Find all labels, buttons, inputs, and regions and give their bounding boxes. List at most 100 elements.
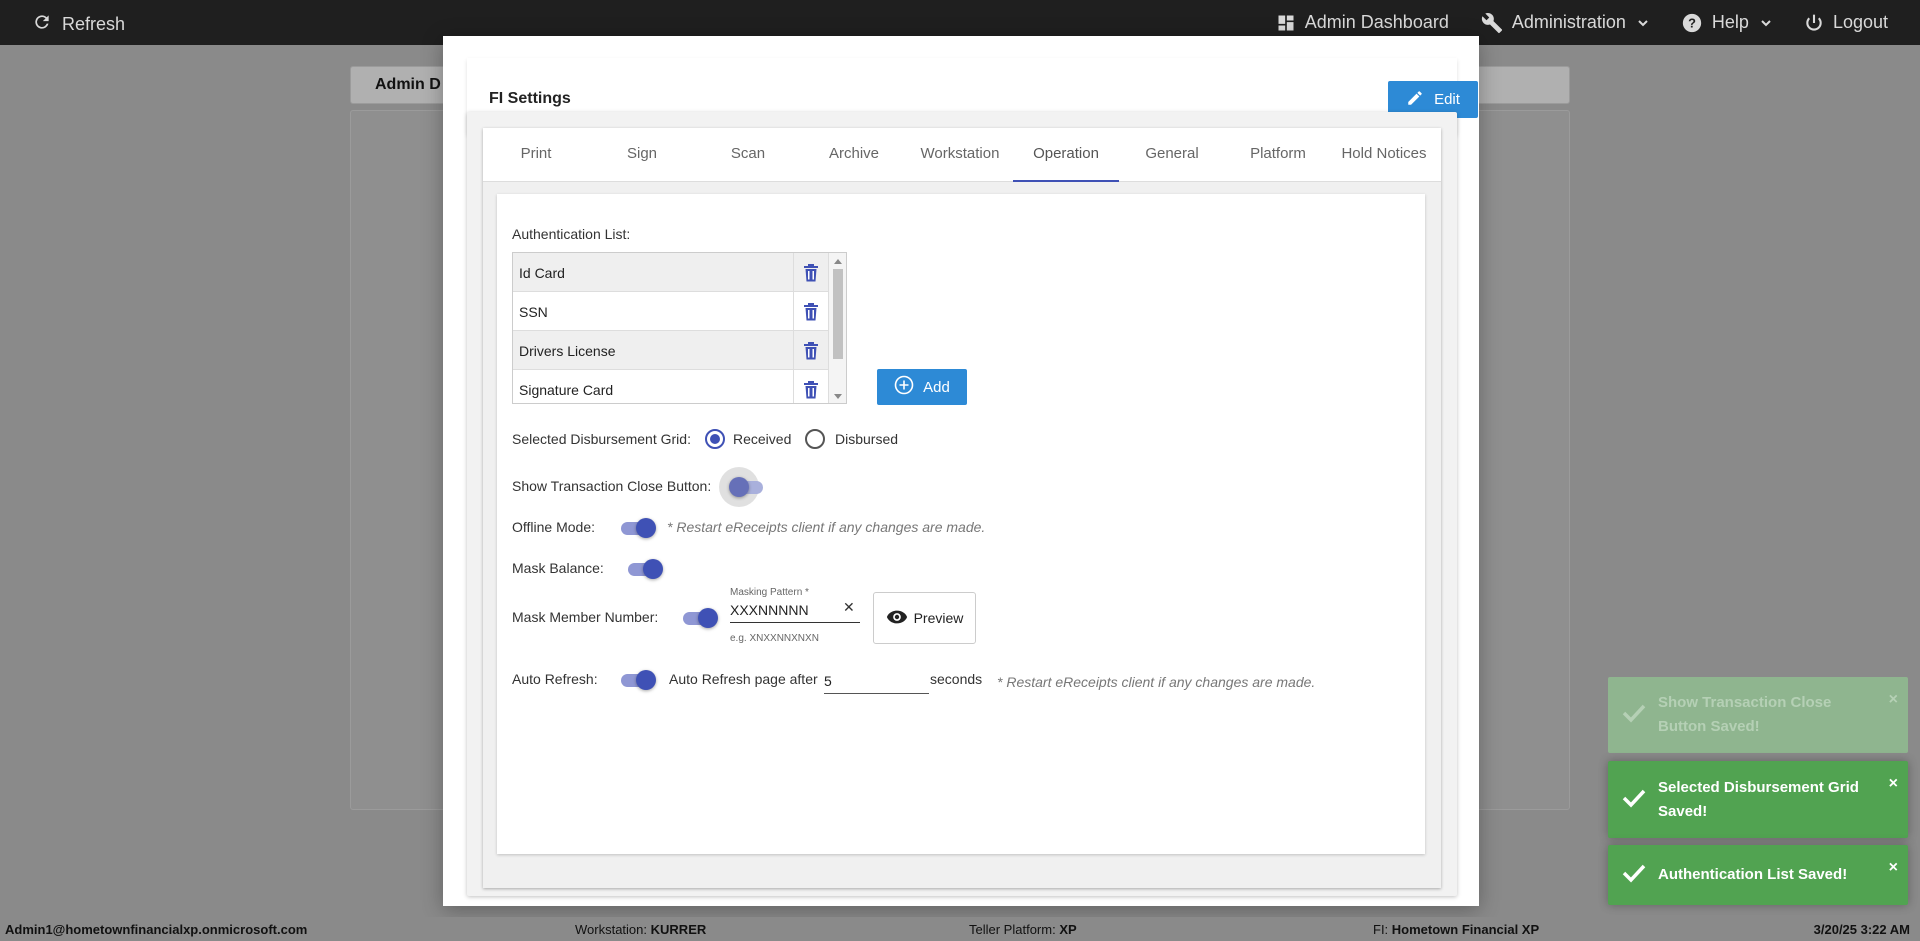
checkmark-icon (1622, 703, 1646, 727)
help-icon: ? (1681, 12, 1703, 34)
pencil-icon (1406, 89, 1424, 111)
disbursement-label: Selected Disbursement Grid: (512, 431, 691, 447)
mask-member-toggle[interactable] (681, 608, 718, 628)
masking-pattern-input[interactable] (730, 597, 860, 623)
tab-platform[interactable]: Platform (1225, 128, 1331, 181)
auth-list-label: Authentication List: (512, 226, 631, 242)
logout-button[interactable]: Logout (1804, 12, 1888, 33)
toast-message: Selected Disbursement Grid Saved! (1658, 778, 1859, 820)
status-fi: FI: Hometown Financial XP (1373, 922, 1539, 937)
tab-workstation[interactable]: Workstation (907, 128, 1013, 181)
trash-icon[interactable] (793, 331, 828, 370)
toast-close-button[interactable]: × (1889, 859, 1898, 877)
user-email: Admin1@hometownfinancialxp.onmicrosoft.c… (5, 922, 308, 937)
chevron-down-icon (1760, 17, 1772, 29)
status-workstation: Workstation: KURRER (575, 922, 706, 937)
logout-label: Logout (1832, 12, 1888, 32)
chevron-down-icon (1637, 17, 1649, 29)
auth-item-label: Drivers License (519, 343, 616, 359)
datetime-value: 3/20/25 3:22 AM (1813, 922, 1910, 937)
tab-archive[interactable]: Archive (801, 128, 907, 181)
offline-mode-label: Offline Mode: (512, 519, 596, 535)
refresh-icon (32, 12, 52, 37)
received-radio[interactable] (705, 429, 725, 449)
auto-refresh-text: Auto Refresh page after (669, 671, 818, 687)
auth-item-label: Id Card (519, 265, 565, 281)
toast-message: Show Transaction Close Button Saved! (1658, 694, 1832, 735)
toast-notification: Selected Disbursement Grid Saved! × (1608, 761, 1908, 838)
administration-menu[interactable]: Administration (1481, 12, 1649, 34)
list-item: Id Card (513, 253, 828, 292)
preview-label: Preview (913, 610, 964, 626)
auth-list-scrollbar[interactable] (828, 253, 846, 403)
workstation-label: Workstation: (575, 922, 648, 937)
tab-print[interactable]: Print (483, 128, 589, 181)
background-tab-label: Admin D (375, 76, 441, 93)
disbursed-label: Disbursed (835, 431, 899, 447)
power-icon (1804, 13, 1824, 33)
toggle-knob (636, 518, 656, 538)
clear-icon[interactable]: ✕ (843, 599, 855, 616)
preview-button[interactable]: Preview (873, 592, 976, 644)
toast-notification: Authentication List Saved! × (1608, 845, 1908, 905)
list-item: Drivers License (513, 331, 828, 370)
auth-list: Id Card SSN Drivers License Signature Ca… (512, 252, 847, 404)
mask-member-label: Mask Member Number: (512, 609, 659, 625)
admin-dashboard-link[interactable]: Admin Dashboard (1276, 12, 1449, 33)
toast-message: Authentication List Saved! (1658, 866, 1848, 883)
status-datetime: 3/20/25 3:22 AM (1814, 922, 1910, 937)
operation-content: Authentication List: Id Card SSN Drivers… (497, 194, 1425, 854)
scroll-down-arrow-icon[interactable] (834, 394, 842, 399)
status-bar: Admin1@hometownfinancialxp.onmicrosoft.c… (0, 917, 1920, 941)
mask-balance-label: Mask Balance: (512, 560, 604, 576)
tab-general[interactable]: General (1119, 128, 1225, 181)
settings-inner-panel: Print Sign Scan Archive Workstation Oper… (483, 128, 1441, 888)
trash-icon[interactable] (793, 370, 828, 403)
list-item: Signature Card (513, 370, 828, 403)
scroll-thumb[interactable] (833, 269, 843, 359)
toast-close-button[interactable]: × (1889, 691, 1898, 709)
tab-operation[interactable]: Operation (1013, 128, 1119, 182)
toast-close-button[interactable]: × (1889, 775, 1898, 793)
scroll-up-arrow-icon[interactable] (834, 259, 842, 264)
close-button-toggle[interactable] (729, 477, 765, 497)
administration-label: Administration (1511, 12, 1626, 32)
checkmark-icon (1622, 863, 1646, 887)
fi-value: Hometown Financial XP (1391, 922, 1540, 937)
auto-refresh-toggle[interactable] (619, 670, 656, 690)
add-label: Add (923, 378, 950, 396)
platform-label: Teller Platform: (969, 922, 1056, 937)
received-label: Received (733, 431, 792, 447)
plus-circle-icon (894, 375, 914, 399)
trash-icon[interactable] (793, 292, 828, 331)
disbursed-radio[interactable] (805, 429, 825, 449)
add-button[interactable]: Add (877, 369, 967, 405)
tab-hold-notices[interactable]: Hold Notices (1331, 128, 1437, 181)
help-menu[interactable]: ? Help (1681, 12, 1772, 34)
tab-scan[interactable]: Scan (695, 128, 801, 181)
restart-note: * Restart eReceipts client if any change… (997, 674, 1316, 690)
checkmark-icon (1622, 788, 1646, 812)
svg-text:?: ? (1688, 15, 1696, 30)
mask-balance-toggle[interactable] (626, 559, 663, 579)
auto-refresh-seconds-input[interactable] (824, 668, 929, 694)
dashboard-icon (1276, 13, 1296, 33)
list-item: SSN (513, 292, 828, 331)
refresh-label: Refresh (62, 14, 126, 34)
refresh-button[interactable]: Refresh (32, 12, 125, 37)
offline-mode-toggle[interactable] (619, 518, 656, 538)
close-button-setting-label: Show Transaction Close Button: (512, 478, 712, 494)
modal-title: FI Settings (489, 90, 571, 107)
edit-label: Edit (1434, 91, 1460, 108)
tab-sign[interactable]: Sign (589, 128, 695, 181)
auth-item-label: Signature Card (519, 382, 614, 398)
toggle-knob (698, 608, 718, 628)
auto-refresh-label: Auto Refresh: (512, 671, 598, 687)
settings-card: Print Sign Scan Archive Workstation Oper… (467, 112, 1457, 896)
trash-icon[interactable] (793, 253, 828, 292)
fi-settings-modal: FI Settings Edit Print Sign Scan Archive… (443, 36, 1479, 906)
wrench-icon (1481, 12, 1503, 34)
status-platform: Teller Platform: XP (969, 922, 1077, 937)
toggle-knob (729, 477, 749, 497)
seconds-label: seconds (930, 671, 983, 687)
